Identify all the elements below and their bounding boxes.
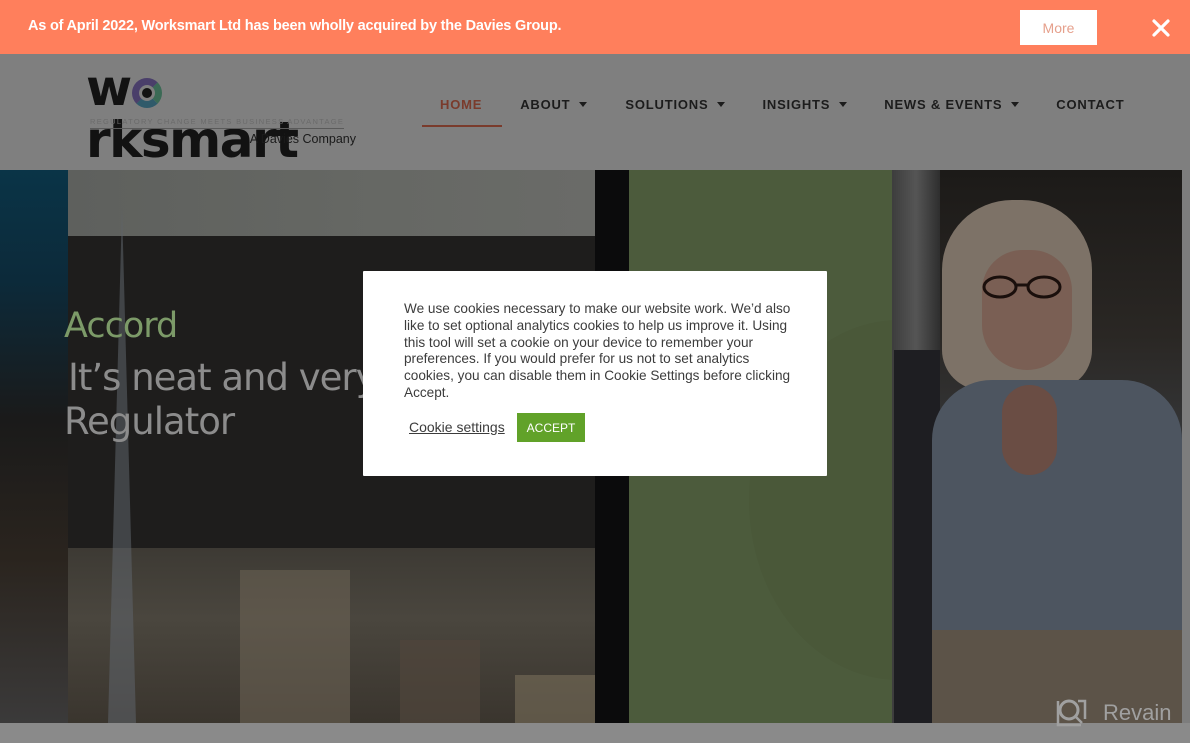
revain-logo-icon — [1056, 699, 1087, 727]
nav-home[interactable]: HOME — [421, 96, 503, 127]
building — [240, 570, 350, 723]
logo-letter-w: w — [86, 59, 132, 117]
watermark-text: Revain — [1103, 700, 1172, 725]
cookie-settings-link[interactable]: Cookie settings — [409, 419, 505, 435]
announcement-text: As of April 2022, Worksmart Ltd has been… — [28, 18, 562, 34]
accept-button[interactable]: ACCEPT — [517, 413, 585, 442]
close-icon[interactable] — [1150, 17, 1172, 39]
city-sky — [68, 170, 595, 236]
caret-down-icon — [717, 102, 726, 107]
building — [400, 640, 480, 723]
nav-news-events-label: NEWS & EVENTS — [884, 96, 1003, 112]
hero-title: Accord — [64, 306, 178, 346]
nav-solutions-label: SOLUTIONS — [625, 96, 709, 112]
cookie-message: We use cookies necessary to make our web… — [404, 301, 791, 400]
nav-contact-label: CONTACT — [1056, 96, 1125, 112]
nav-insights[interactable]: INSIGHTS — [762, 96, 848, 112]
nav-solutions[interactable]: SOLUTIONS — [625, 96, 726, 112]
nav-home-label: HOME — [440, 96, 483, 112]
logo-tagline: REGULATORY CHANGE MEETS BUSINESS ADVANTA… — [90, 117, 345, 129]
glasses-shape — [982, 275, 1062, 299]
hero-line-2: Regulator — [64, 400, 235, 443]
photo-face — [982, 250, 1072, 370]
hero-line-1: It’s neat and very — [68, 356, 378, 399]
page-bottom-strip — [0, 723, 1190, 743]
caret-down-icon — [1011, 102, 1020, 107]
logo-wordmark: wrksmart — [86, 62, 362, 166]
caret-down-icon — [579, 102, 588, 107]
site-header: wrksmart REGULATORY CHANGE MEETS BUSINES… — [0, 54, 1190, 170]
building — [515, 675, 595, 723]
city-left-strip — [0, 170, 68, 723]
more-button[interactable]: More — [1020, 10, 1097, 45]
logo-subtitle: A Davies Company — [249, 132, 356, 146]
shard-tower — [108, 208, 136, 723]
logo-ring-icon — [131, 78, 162, 108]
nav-contact[interactable]: CONTACT — [1056, 97, 1124, 112]
nav-news-events[interactable]: NEWS & EVENTS — [884, 96, 1020, 112]
nav-insights-label: INSIGHTS — [762, 96, 831, 112]
cookie-consent-dialog: We use cookies necessary to make our web… — [363, 271, 827, 476]
main-nav: HOME ABOUT SOLUTIONS INSIGHTS NEWS & EVE… — [420, 95, 1124, 127]
right-edge — [1182, 170, 1190, 723]
announcement-bar: As of April 2022, Worksmart Ltd has been… — [0, 0, 1190, 54]
nav-about-label: ABOUT — [520, 96, 571, 112]
page: As of April 2022, Worksmart Ltd has been… — [0, 0, 1190, 743]
photo-hand — [1002, 385, 1057, 475]
revain-watermark: Revain — [1055, 697, 1171, 729]
caret-down-icon — [839, 102, 848, 107]
worksmart-logo[interactable]: wrksmart REGULATORY CHANGE MEETS BUSINES… — [86, 62, 362, 166]
woman-photo — [892, 170, 1182, 723]
nav-about[interactable]: ABOUT — [520, 96, 588, 112]
